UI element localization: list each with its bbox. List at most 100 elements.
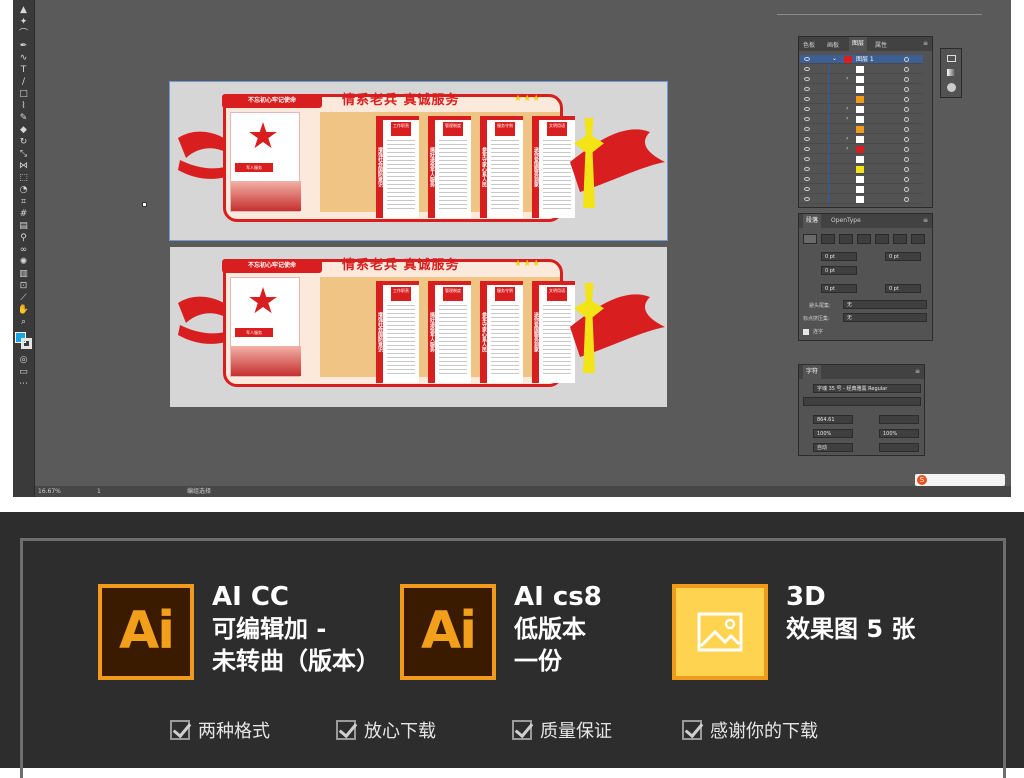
font-style-select[interactable] [803, 397, 921, 406]
panel-menu-icon[interactable]: ≡ [923, 40, 928, 47]
sublayer-row[interactable]: › [800, 75, 923, 84]
target-circle-icon[interactable] [904, 137, 909, 142]
target-circle-icon[interactable] [904, 57, 909, 62]
paintbrush-tool-icon[interactable]: ⌇ [18, 100, 30, 112]
sublayer-row[interactable] [800, 125, 923, 134]
target-circle-icon[interactable] [904, 107, 909, 112]
sublayer-row[interactable] [800, 175, 923, 184]
font-size-field[interactable]: 864.61 [813, 415, 853, 424]
visibility-eye-icon[interactable] [804, 77, 810, 81]
sublayer-row[interactable]: › [800, 115, 923, 124]
blend-tool-icon[interactable]: ∞ [18, 244, 30, 256]
indent-left-field[interactable]: 0 pt [821, 252, 857, 261]
page-number[interactable]: 1 [97, 486, 101, 497]
visibility-eye-icon[interactable] [804, 137, 810, 141]
width-tool-icon[interactable]: ⋈ [18, 160, 30, 172]
panel-menu-icon[interactable]: ≡ [923, 217, 928, 224]
pencil-tool-icon[interactable]: ✎ [18, 112, 30, 124]
sublayer-row[interactable] [800, 195, 923, 204]
stroke-swatch[interactable] [20, 338, 32, 349]
tracking-field[interactable] [879, 443, 919, 452]
lasso-tool-icon[interactable]: ⌒ [18, 28, 30, 40]
target-circle-icon[interactable] [904, 187, 909, 192]
target-circle-icon[interactable] [904, 97, 909, 102]
pen-tool-icon[interactable]: ✒ [18, 40, 30, 52]
line-tool-icon[interactable]: / [18, 76, 30, 88]
sublayer-row[interactable] [800, 155, 923, 164]
ime-toolbar[interactable]: S [915, 474, 1005, 486]
draw-mode-icon[interactable]: ◎ [18, 354, 30, 366]
visibility-eye-icon[interactable] [804, 67, 810, 71]
rectangle-tool-icon[interactable]: □ [18, 88, 30, 100]
selection-tool-icon[interactable]: ▲ [18, 4, 30, 16]
expand-chevron-icon[interactable]: › [846, 135, 848, 142]
align-left-button[interactable] [803, 234, 817, 244]
vertical-scale-field[interactable]: 100% [813, 429, 853, 438]
tab-swatches[interactable]: 色板 [803, 40, 815, 49]
magic-wand-tool-icon[interactable]: ✦ [18, 16, 30, 28]
artboard-1[interactable]: 不忘初心牢记使命 情系老兵 真诚服务 ★★★ ★ 军人服务 增强社会国防意识 工… [169, 81, 668, 241]
visibility-eye-icon[interactable] [804, 187, 810, 191]
artboard-tool-icon[interactable]: ⊡ [18, 280, 30, 292]
expand-chevron-icon[interactable]: › [846, 145, 848, 152]
expand-chevron-icon[interactable]: › [846, 75, 848, 82]
symbol-sprayer-tool-icon[interactable]: ✺ [18, 256, 30, 268]
justify-all-button[interactable] [911, 234, 925, 244]
screen-mode-icon[interactable]: ▭ [18, 366, 30, 378]
space-after-field[interactable]: 0 pt [885, 284, 921, 293]
font-family-select[interactable]: 字魂 35 号 - 经典雅黑 Regular [813, 384, 921, 393]
expand-chevron-icon[interactable]: › [846, 115, 848, 122]
canvas-workspace[interactable]: 不忘初心牢记使命 情系老兵 真诚服务 ★★★ ★ 军人服务 增强社会国防意识 工… [35, 0, 1011, 486]
sublayer-row[interactable] [800, 165, 923, 174]
gradient-tool-icon[interactable]: ▤ [18, 220, 30, 232]
justify-left-button[interactable] [857, 234, 871, 244]
first-line-indent-field[interactable]: 0 pt [821, 266, 857, 275]
justify-center-button[interactable] [875, 234, 889, 244]
target-circle-icon[interactable] [904, 177, 909, 182]
sublayer-row[interactable] [800, 65, 923, 74]
tab-properties[interactable]: 属性 [875, 40, 887, 49]
visibility-eye-icon[interactable] [804, 157, 810, 161]
visibility-eye-icon[interactable] [804, 107, 810, 111]
visibility-eye-icon[interactable] [804, 87, 810, 91]
type-tool-icon[interactable]: T [18, 64, 30, 76]
target-circle-icon[interactable] [904, 167, 909, 172]
fill-stroke-swatches[interactable] [14, 332, 33, 350]
target-circle-icon[interactable] [904, 197, 909, 202]
target-circle-icon[interactable] [904, 67, 909, 72]
target-circle-icon[interactable] [904, 157, 909, 162]
visibility-eye-icon[interactable] [804, 127, 810, 131]
sublayer-row[interactable]: › [800, 105, 923, 114]
layer-row[interactable]: ⌄ 图层 1 [800, 55, 923, 64]
sublayer-row[interactable] [800, 185, 923, 194]
eyedropper-tool-icon[interactable]: ⚲ [18, 232, 30, 244]
sublayer-row[interactable] [800, 95, 923, 104]
sublayer-row[interactable]: › [800, 145, 923, 154]
horizontal-scale-field[interactable]: 100% [879, 429, 919, 438]
visibility-eye-icon[interactable] [804, 57, 810, 61]
curvature-tool-icon[interactable]: ∿ [18, 52, 30, 64]
scale-tool-icon[interactable]: ⤡ [18, 148, 30, 160]
kinsoku-select[interactable]: 无 [843, 300, 927, 309]
align-right-button[interactable] [839, 234, 853, 244]
tab-artboards[interactable]: 画板 [827, 40, 839, 49]
more-tools-icon[interactable]: ⋯ [18, 378, 30, 390]
hand-tool-icon[interactable]: ✋ [18, 304, 30, 316]
align-center-button[interactable] [821, 234, 835, 244]
leading-field[interactable] [879, 415, 919, 424]
indent-right-field[interactable]: 0 pt [885, 252, 921, 261]
visibility-eye-icon[interactable] [804, 117, 810, 121]
column-graph-tool-icon[interactable]: ▥ [18, 268, 30, 280]
justify-right-button[interactable] [893, 234, 907, 244]
hyphenate-checkbox[interactable] [803, 329, 809, 335]
rotate-tool-icon[interactable]: ↻ [18, 136, 30, 148]
target-circle-icon[interactable] [904, 127, 909, 132]
expand-chevron-icon[interactable]: ⌄ [832, 55, 837, 62]
tab-layers[interactable]: 图层 [849, 37, 868, 51]
shape-builder-tool-icon[interactable]: ◔ [18, 184, 30, 196]
sublayer-row[interactable] [800, 85, 923, 94]
zoom-tool-icon[interactable]: ⌕ [18, 316, 30, 328]
target-circle-icon[interactable] [904, 87, 909, 92]
tab-character[interactable]: 字符 [803, 365, 822, 379]
target-circle-icon[interactable] [904, 77, 909, 82]
